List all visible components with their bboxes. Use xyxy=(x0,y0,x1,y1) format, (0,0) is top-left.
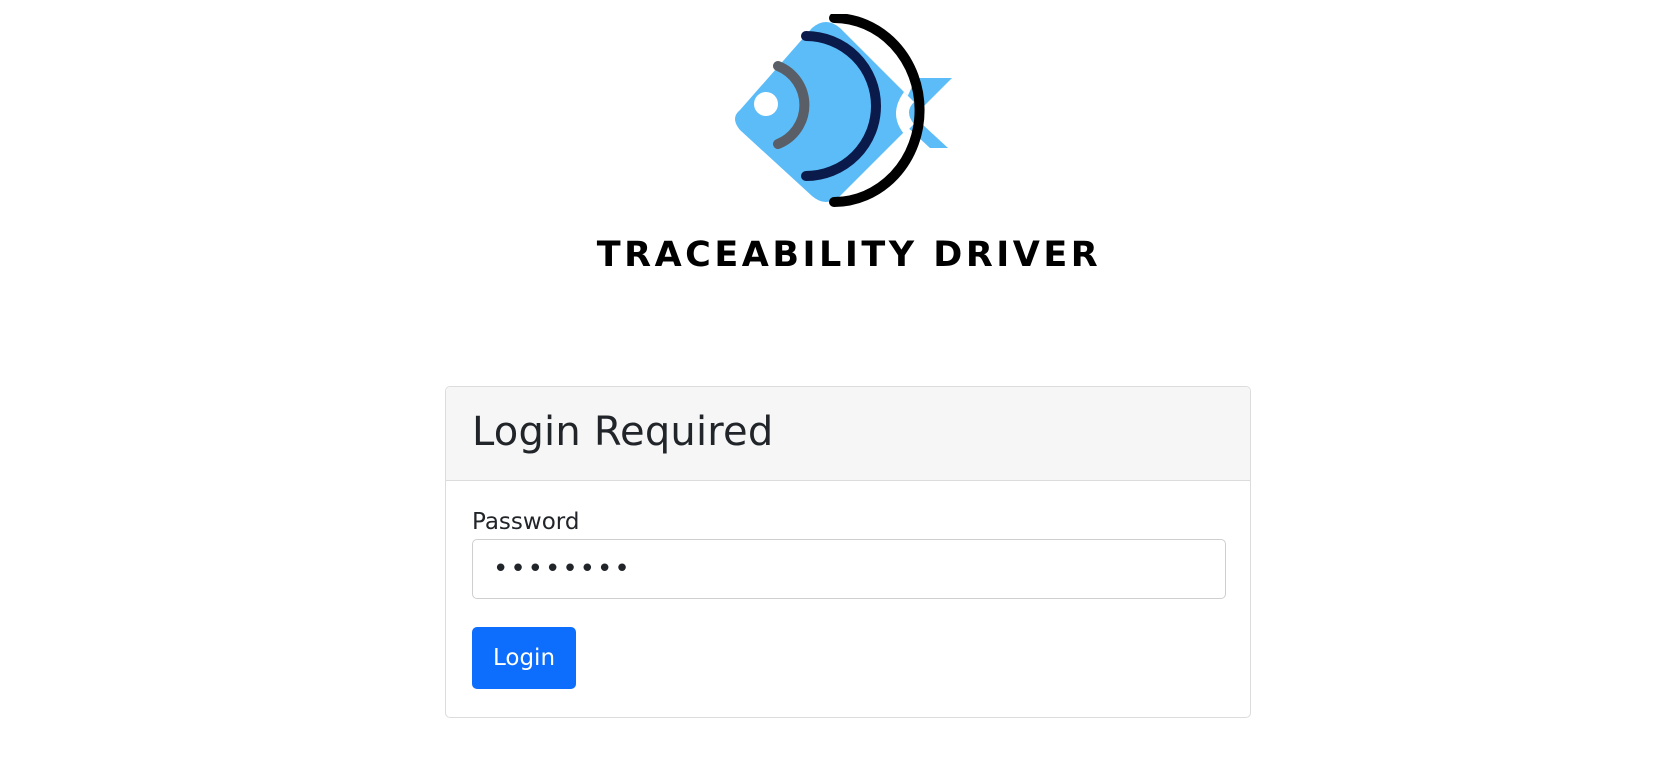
login-page: TRACEABILITY DRIVER Login Required Passw… xyxy=(0,0,1668,763)
login-title: Login Required xyxy=(472,408,774,455)
login-button[interactable]: Login xyxy=(472,627,576,689)
login-card-header: Login Required xyxy=(446,387,1250,481)
fish-logo-icon xyxy=(735,14,952,207)
login-card: Login Required Password Login xyxy=(445,386,1251,718)
brand-wordmark: TRACEABILITY DRIVER xyxy=(596,235,1102,275)
password-input[interactable] xyxy=(472,539,1226,599)
password-label: Password xyxy=(472,509,580,535)
